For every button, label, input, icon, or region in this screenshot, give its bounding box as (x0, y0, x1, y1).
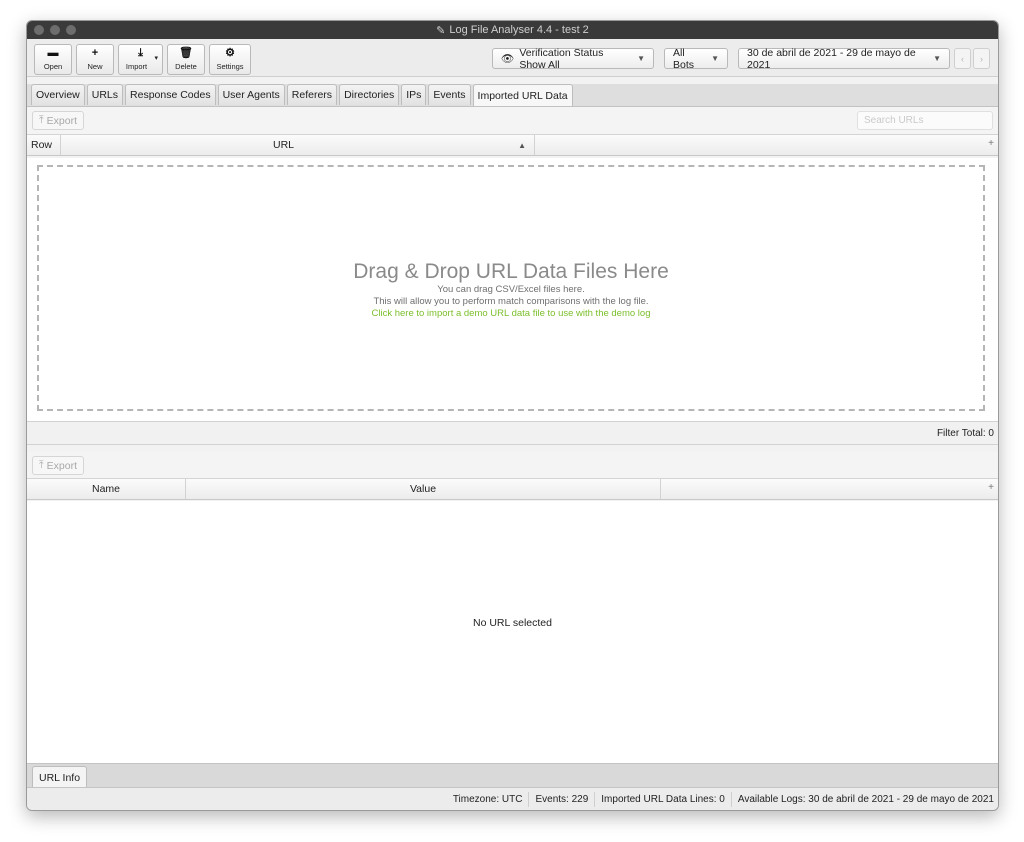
column-header-label: Name (91, 483, 120, 495)
drop-zone[interactable]: Drag & Drop URL Data Files Here You can … (37, 165, 985, 411)
export-icon: ⤒ (39, 459, 44, 471)
export-button-label: Export (46, 459, 78, 472)
tab-overview[interactable]: Overview (31, 84, 85, 105)
window-controls (34, 25, 76, 35)
tab-label: Overview (36, 89, 80, 101)
status-bar: Timezone: UTC Events: 229 Imported URL D… (27, 787, 998, 810)
chevron-right-icon: › (980, 53, 983, 64)
column-menu-icon[interactable]: + (988, 482, 994, 493)
delete-button-label: Delete (175, 62, 197, 71)
trash-icon: 🗑 (179, 47, 193, 59)
chevron-down-icon: ▼ (637, 54, 645, 63)
gear-icon: ⚙ (225, 47, 235, 59)
drop-zone-hint: You can drag CSV/Excel files here. (437, 284, 585, 295)
next-range-button[interactable]: › (973, 48, 990, 69)
status-events: Events: 229 (528, 792, 594, 807)
tab-directories[interactable]: Directories (339, 84, 400, 105)
lower-tabs: URL Info (27, 763, 998, 788)
tab-response-codes[interactable]: Response Codes (125, 84, 216, 105)
bots-dropdown[interactable]: All Bots ▼ (664, 46, 728, 71)
url-table-header: Row URL ▲ + (27, 135, 998, 156)
date-range-dropdown[interactable]: 30 de abril de 2021 - 29 de mayo de 2021… (738, 46, 950, 71)
column-header-name[interactable]: Name (27, 479, 186, 499)
chevron-left-icon: ‹ (961, 53, 964, 64)
column-menu-icon[interactable]: + (988, 138, 994, 149)
title-bar: ✎ Log File Analyser 4.4 - test 2 (27, 21, 998, 39)
import-demo-link[interactable]: Click here to import a demo URL data fil… (372, 308, 651, 320)
column-header-url[interactable]: URL ▲ (61, 135, 535, 155)
export-button-label: Export (46, 114, 78, 127)
open-button[interactable]: ▬ Open (34, 44, 72, 75)
open-button-label: Open (43, 62, 63, 71)
download-icon: ⤓ (138, 47, 143, 59)
new-button[interactable]: + New (76, 44, 114, 75)
column-header-label: URL (272, 139, 294, 151)
date-range-value: 30 de abril de 2021 - 29 de mayo de 2021 (747, 46, 916, 71)
main-tabs: Overview URLs Response Codes User Agents… (27, 84, 998, 107)
details-table-body: No URL selected (27, 501, 998, 763)
url-data-drop-area[interactable]: Drag & Drop URL Data Files Here You can … (27, 158, 998, 441)
tab-imported-url-data[interactable]: Imported URL Data (472, 84, 573, 106)
tab-label: URLs (91, 89, 119, 101)
empty-state-message: No URL selected (473, 617, 552, 629)
tab-label: Response Codes (130, 89, 211, 101)
settings-button[interactable]: ⚙ Settings (209, 44, 251, 75)
tab-events[interactable]: Events (428, 84, 471, 105)
tab-ips[interactable]: IPs (401, 84, 427, 105)
chevron-down-icon: ▼ (711, 54, 719, 63)
tab-label: Events (433, 89, 466, 101)
drop-zone-description: This will allow you to perform match com… (373, 296, 649, 307)
tab-label: Directories (344, 89, 395, 101)
verification-status-dropdown[interactable]: 👁 Verification Status Show All ▼ (492, 46, 654, 71)
eye-icon: 👁 (501, 53, 515, 65)
tab-label: URL Info (39, 771, 81, 784)
lower-action-bar: ⤒ Export (27, 452, 998, 479)
chevron-down-icon: ▼ (933, 54, 941, 63)
delete-button[interactable]: 🗑 Delete (167, 44, 205, 75)
column-header-value[interactable]: Value (186, 479, 661, 499)
sort-ascending-icon: ▲ (518, 140, 526, 150)
tab-url-info[interactable]: URL Info (32, 766, 88, 788)
export-icon: ⤒ (39, 114, 44, 126)
window-title-text: Log File Analyser 4.4 - test 2 (449, 24, 589, 36)
new-button-label: New (87, 62, 103, 71)
status-available-logs: Available Logs: 30 de abril de 2021 - 29… (730, 792, 998, 807)
chevron-down-icon: ▾ (154, 55, 158, 62)
search-input[interactable] (857, 111, 993, 130)
window-title: ✎ Log File Analyser 4.4 - test 2 (436, 24, 589, 37)
toolbar: ▬ Open + New ⤓ Import ▾ 🗑 Delete ⚙ Setti… (27, 39, 998, 77)
lower-export-button[interactable]: ⤒ Export (32, 456, 85, 475)
tab-label: Referers (291, 89, 333, 101)
close-window-button[interactable] (34, 25, 44, 35)
import-button[interactable]: ⤓ Import ▾ (118, 44, 163, 75)
tab-referers[interactable]: Referers (286, 84, 338, 105)
status-timezone: Timezone: UTC (452, 794, 523, 805)
verification-status-value: Verification Status Show All (519, 46, 604, 71)
tab-label: Imported URL Data (477, 89, 568, 102)
app-logo-icon: ✎ (436, 24, 446, 37)
drop-zone-title: Drag & Drop URL Data Files Here (353, 260, 669, 283)
app-window: ✎ Log File Analyser 4.4 - test 2 ▬ Open … (26, 20, 999, 811)
tab-label: IPs (406, 89, 422, 101)
filter-total: Filter Total: 0 (936, 427, 994, 439)
bots-value: All Bots (673, 46, 695, 71)
plus-icon: + (91, 47, 99, 59)
previous-range-button[interactable]: ‹ (954, 48, 971, 69)
tab-user-agents[interactable]: User Agents (217, 84, 285, 105)
details-table-header: Name Value + (27, 479, 998, 500)
export-button[interactable]: ⤒ Export (32, 111, 85, 130)
filter-total-bar: Filter Total: 0 (27, 421, 998, 445)
settings-button-label: Settings (216, 62, 244, 71)
import-button-label: Import (125, 62, 148, 71)
tab-label: User Agents (222, 89, 280, 101)
upper-action-bar: ⤒ Export (27, 107, 998, 135)
tab-urls[interactable]: URLs (86, 84, 124, 105)
minimize-window-button[interactable] (50, 25, 60, 35)
column-header-label: Value (409, 483, 437, 495)
column-header-label: Row (31, 139, 53, 151)
zoom-window-button[interactable] (66, 25, 76, 35)
folder-icon: ▬ (47, 47, 59, 59)
column-header-row[interactable]: Row (27, 135, 61, 155)
status-imported-lines: Imported URL Data Lines: 0 (594, 792, 731, 807)
